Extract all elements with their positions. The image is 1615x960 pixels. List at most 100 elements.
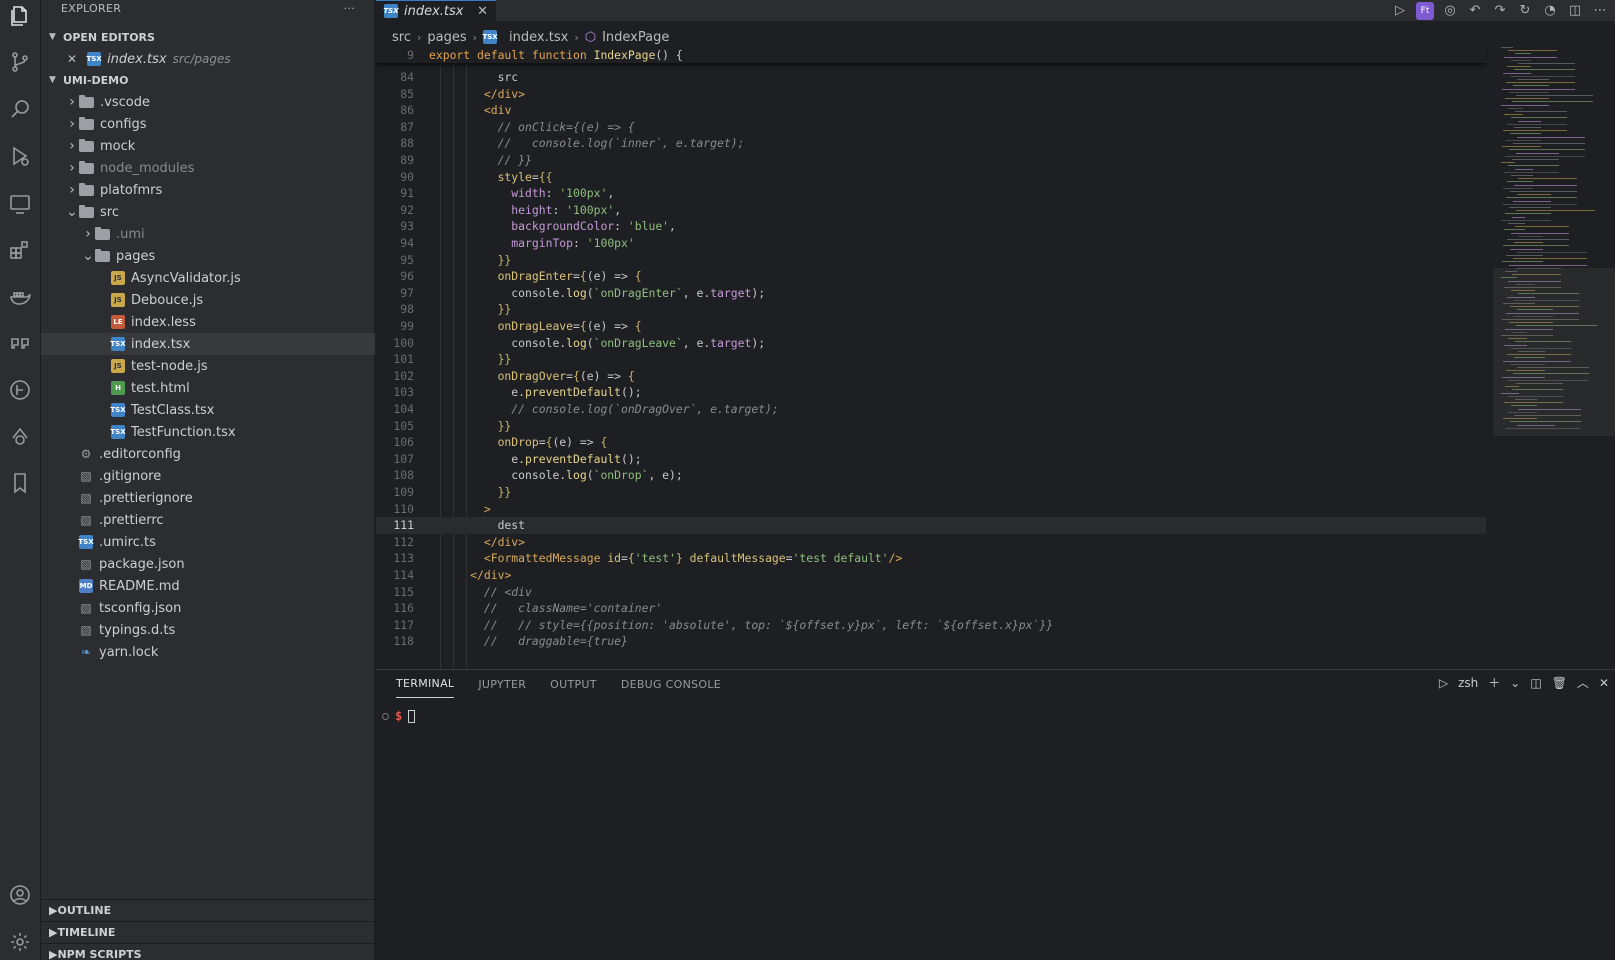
open-editors-section[interactable]: ▼ OPEN EDITORS [41,26,374,48]
tree-file[interactable]: ▧ typings.d.ts [41,619,375,641]
tree-file[interactable]: ⚙ .editorconfig [41,443,375,465]
new-terminal-icon[interactable]: ＋ [1488,674,1500,691]
shell-name[interactable]: zsh [1458,676,1478,690]
tree-file[interactable]: TSX index.tsx [41,333,375,355]
code-line[interactable]: 105 }} [376,418,1486,435]
tree-file[interactable]: Htest.html [41,377,375,399]
tree-file[interactable]: ▧ .gitignore [41,465,375,487]
tab-output[interactable]: OUTPUT [550,670,597,698]
split-editor-icon[interactable]: ◫ [1566,2,1584,20]
sticky-scroll-line[interactable]: 9 export default function IndexPage() { [376,47,1486,64]
project-section[interactable]: ▼ UMI-DEMO [41,69,375,91]
open-editor-item[interactable]: ✕ TSX index.tsx src/pages [41,48,375,70]
breadcrumb-pages[interactable]: pages [427,30,466,45]
code-line[interactable]: 93 backgroundColor: 'blue', [376,218,1486,235]
run-icon[interactable]: ▷ [1391,2,1409,20]
chevron-down-icon[interactable]: ⌄ [1510,676,1520,690]
quote-icon[interactable] [6,329,34,357]
target-icon[interactable]: ◎ [1441,2,1459,20]
code-line[interactable]: 100 console.log(`onDragLeave`, e.target)… [376,335,1486,352]
code-line[interactable]: 112 </div> [376,534,1486,551]
tree-folder[interactable]: ⌄ src [41,201,375,223]
code-line[interactable]: 117 // // style={{position: 'absolute', … [376,617,1486,634]
timer-icon[interactable]: ◔ [1541,2,1559,20]
code-line[interactable]: 88 // console.log(`inner`, e.target); [376,135,1486,152]
tree-file[interactable]: LE index.less [41,311,375,333]
code-line[interactable]: 98 }} [376,301,1486,318]
tree-folder[interactable]: › .vscode [41,91,375,113]
more-actions-icon[interactable]: ··· [344,2,355,18]
tab-index-tsx[interactable]: TSX index.tsx ✕ [376,0,496,21]
code-line[interactable]: 116 // className='container' [376,600,1486,617]
tree-file[interactable]: ▧ .prettierignore [41,487,375,509]
code-editor[interactable]: 9 export default function IndexPage() { 84… [376,47,1615,669]
search-icon[interactable] [6,95,34,123]
tree-file[interactable]: TSX .umirc.ts [41,531,375,553]
close-panel-icon[interactable]: ✕ [1599,676,1609,690]
tree-file[interactable]: ❧ yarn.lock [41,641,375,663]
tree-file[interactable]: MD README.md [41,575,375,597]
code-line[interactable]: 87 // onClick={(e) => { [376,119,1486,136]
extensions-icon[interactable] [6,236,34,264]
code-line[interactable]: 97 console.log(`onDragEnter`, e.target); [376,285,1486,302]
split-terminal-icon[interactable]: ◫ [1530,676,1541,690]
code-line[interactable]: 99 onDragLeave={(e) => { [376,318,1486,335]
code-line[interactable]: 103 e.preventDefault(); [376,384,1486,401]
code-line[interactable]: 107 e.preventDefault(); [376,451,1486,468]
tree-file[interactable]: TSX TestFunction.tsx [41,421,375,443]
tree-file[interactable]: JS Debouce.js [41,289,375,311]
code-line[interactable]: 108 console.log(`onDrop`, e); [376,467,1486,484]
tree-folder[interactable]: › configs [41,113,375,135]
code-line[interactable]: 92 height: '100px', [376,202,1486,219]
account-icon[interactable] [6,881,34,909]
remote-explorer-icon[interactable] [6,190,34,218]
close-icon[interactable]: ✕ [67,52,77,66]
tree-file[interactable]: JS AsyncValidator.js [41,267,375,289]
tree-folder[interactable]: ⌄ pages [41,245,375,267]
go-back-icon[interactable]: ↶ [1466,2,1484,20]
code-line[interactable]: 90 style={{ [376,169,1486,186]
code-line[interactable]: 118 // draggable={true} [376,633,1486,650]
npm-scripts-section[interactable]: ▶ NPM SCRIPTS [41,943,375,960]
timeline-section[interactable]: ▶ TIMELINE [41,921,375,943]
tab-terminal[interactable]: TERMINAL [396,670,455,698]
outline-section[interactable]: ▶ OUTLINE [41,899,375,921]
code-line[interactable]: 102 onDragOver={(e) => { [376,368,1486,385]
source-control-icon[interactable] [6,48,34,76]
code-line[interactable]: 101 }} [376,351,1486,368]
docker-icon[interactable] [6,283,34,311]
maximize-panel-icon[interactable]: ︿ [1577,674,1589,691]
gear-icon[interactable] [6,928,34,956]
tree-folder[interactable]: › node_modules [41,157,375,179]
code-line[interactable]: 109 }} [376,484,1486,501]
tree-folder[interactable]: › platofmrs [41,179,375,201]
code-line[interactable]: 89 // }} [376,152,1486,169]
minimap-viewport[interactable] [1493,268,1615,436]
run-debug-icon[interactable] [6,142,34,170]
code-line[interactable]: 104 // console.log(`onDragOver`, e.targe… [376,401,1486,418]
tree-file[interactable]: ▧ package.json [41,553,375,575]
code-line[interactable]: 85 </div> [376,86,1486,103]
git-graph-icon[interactable] [6,376,34,404]
breadcrumb-symbol[interactable]: IndexPage [602,30,669,45]
ft-extension-icon[interactable]: Ft [1416,1,1434,20]
timeline-icon[interactable] [6,422,34,450]
redo-icon[interactable]: ↻ [1516,2,1534,20]
breadcrumb-src[interactable]: src [392,30,411,45]
code-line[interactable]: 113 <FormattedMessage id={'test'} defaul… [376,550,1486,567]
code-line[interactable]: 94 marginTop: '100px' [376,235,1486,252]
tree-folder[interactable]: › .umi [41,223,375,245]
explorer-icon[interactable] [6,2,34,30]
tree-file[interactable]: TSX TestClass.tsx [41,399,375,421]
code-line[interactable]: 106 onDrop={(e) => { [376,434,1486,451]
go-forward-icon[interactable]: ↷ [1491,2,1509,20]
tree-file[interactable]: JS test-node.js [41,355,375,377]
code-line[interactable]: 84 src [376,69,1486,86]
code-line[interactable]: 111 dest [376,517,1486,535]
code-line[interactable]: 96 onDragEnter={(e) => { [376,268,1486,285]
terminal-prompt-line[interactable]: $ [382,709,416,723]
close-icon[interactable]: ✕ [477,4,488,19]
code-line[interactable]: 95 }} [376,252,1486,269]
code-line[interactable]: 115 // <div [376,584,1486,601]
code-line[interactable]: 114 </div> [376,567,1486,584]
